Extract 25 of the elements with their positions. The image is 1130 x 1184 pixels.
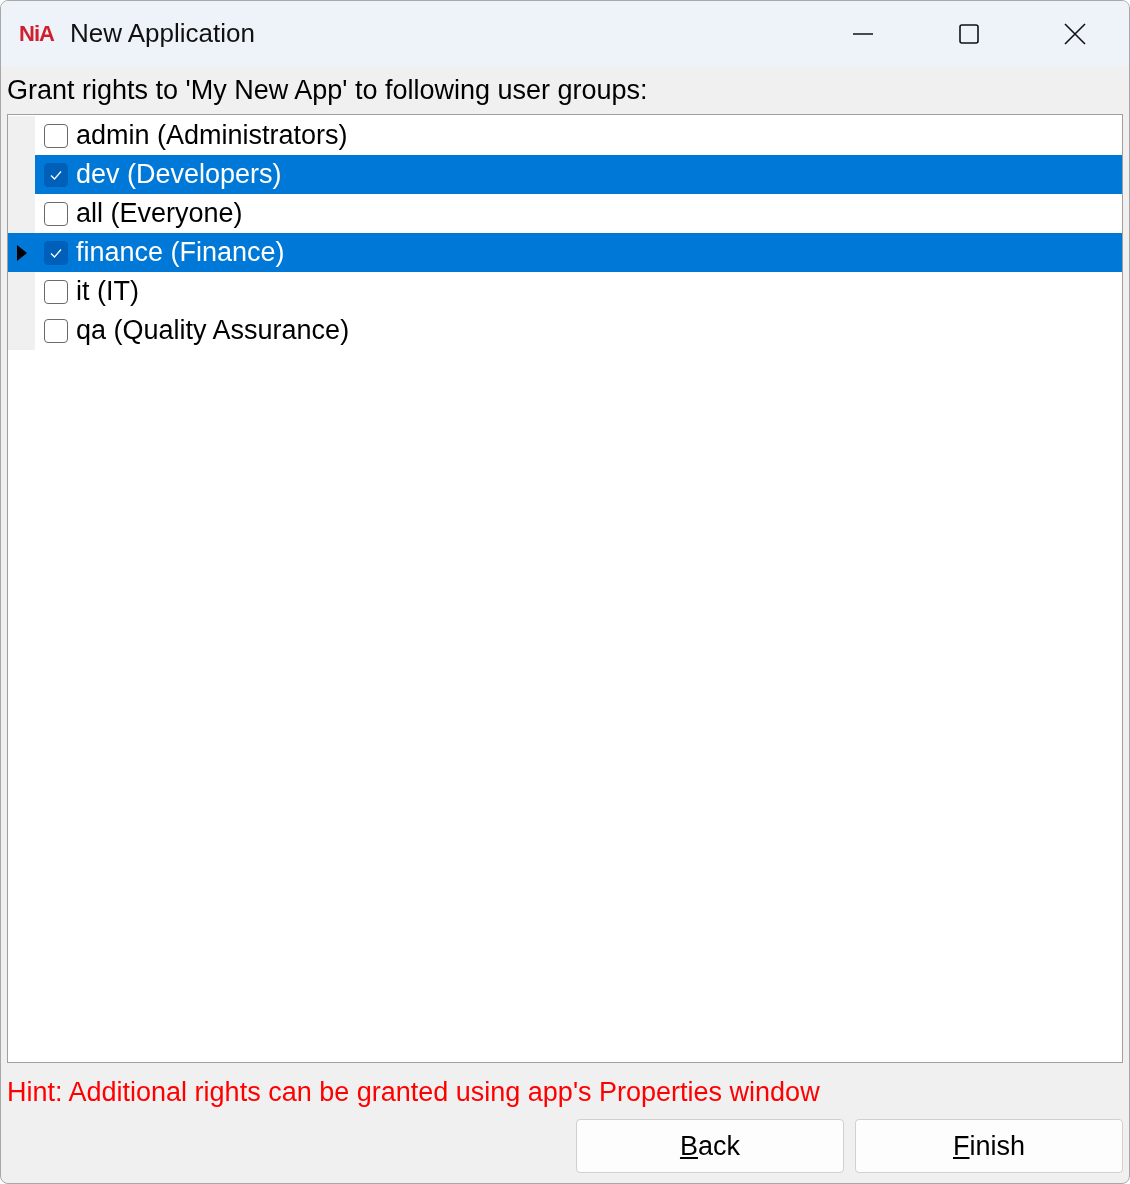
checkbox[interactable] bbox=[44, 201, 68, 226]
group-label: admin (Administrators) bbox=[76, 120, 348, 151]
checkbox[interactable] bbox=[44, 123, 68, 148]
checkbox[interactable] bbox=[44, 240, 68, 265]
dialog-button[interactable]: Back bbox=[576, 1119, 844, 1173]
instruction-label: Grant rights to 'My New App' to following user groups: bbox=[7, 74, 649, 107]
checkbox[interactable] bbox=[44, 162, 68, 187]
hint-text: Hint: Additional rights can be granted using app's Properties window bbox=[7, 1076, 821, 1109]
window-title: New Application bbox=[69, 18, 256, 49]
maximize-icon[interactable] bbox=[957, 21, 981, 46]
group-label: all (Everyone) bbox=[76, 198, 243, 229]
group-label: dev (Developers) bbox=[76, 159, 282, 190]
dialog-button[interactable]: Finish bbox=[855, 1119, 1123, 1173]
checkbox[interactable] bbox=[44, 318, 68, 343]
group-row[interactable]: it (IT) bbox=[8, 272, 1122, 311]
group-row[interactable]: qa (Quality Assurance) bbox=[8, 311, 1122, 350]
checkbox[interactable] bbox=[44, 279, 68, 304]
close-icon[interactable] bbox=[1063, 21, 1087, 46]
group-row[interactable]: finance (Finance) bbox=[8, 233, 1122, 272]
group-label: it (IT) bbox=[76, 276, 139, 307]
group-label: qa (Quality Assurance) bbox=[76, 315, 350, 346]
group-label: finance (Finance) bbox=[76, 237, 285, 268]
app-logo: NiA bbox=[19, 20, 54, 47]
group-row[interactable]: admin (Administrators) bbox=[8, 116, 1122, 155]
group-row[interactable]: all (Everyone) bbox=[8, 194, 1122, 233]
